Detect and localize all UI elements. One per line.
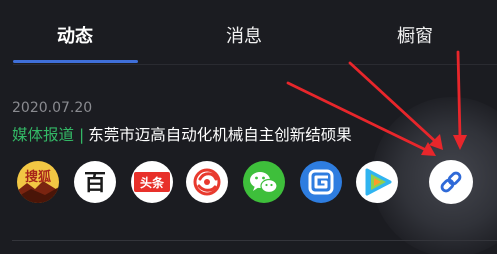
sohu-icon: 搜狐 [17, 161, 59, 203]
phoenix-icon [186, 161, 228, 203]
share-sohu-button[interactable]: 搜狐 [17, 161, 59, 203]
share-baidu-button[interactable]: 百 [74, 161, 116, 203]
tencent-video-icon [356, 161, 398, 203]
sohu-glyph: 搜狐 [25, 169, 51, 185]
tab-divider [13, 64, 497, 65]
baidu-icon: 百 [74, 161, 116, 203]
phone-screen: 动态 消息 橱窗 2020.07.20 媒体报道 | 东莞市迈高自动化机械自主创新结… [0, 0, 497, 254]
news-source: 媒体报道 [12, 126, 75, 144]
tab-messages[interactable]: 消息 [226, 24, 262, 50]
baidu-glyph: 百 [84, 171, 106, 196]
active-tab-indicator [13, 60, 138, 63]
share-sina-button[interactable] [300, 161, 342, 203]
toutiao-glyph: 头条 [140, 175, 165, 190]
share-wechat-button[interactable] [243, 161, 285, 203]
news-item[interactable]: 媒体报道 | 东莞市迈高自动化机械自主创新结硕果 [12, 124, 352, 146]
wechat-icon [243, 161, 285, 203]
toutiao-icon: 头条 [131, 161, 173, 203]
news-title: 东莞市迈高自动化机械自主创新结硕果 [88, 126, 352, 144]
sina-icon [300, 161, 342, 203]
share-ifeng-button[interactable] [186, 161, 228, 203]
share-tencent-video-button[interactable] [356, 161, 398, 203]
section-divider [12, 240, 497, 241]
link-icon [440, 171, 462, 193]
tab-dynamics[interactable]: 动态 [57, 24, 93, 50]
copy-link-button[interactable] [429, 160, 473, 204]
share-toutiao-button[interactable]: 头条 [131, 161, 173, 203]
tab-showcase[interactable]: 橱窗 [397, 24, 433, 50]
news-date: 2020.07.20 [12, 100, 93, 116]
news-separator: | [79, 126, 85, 144]
